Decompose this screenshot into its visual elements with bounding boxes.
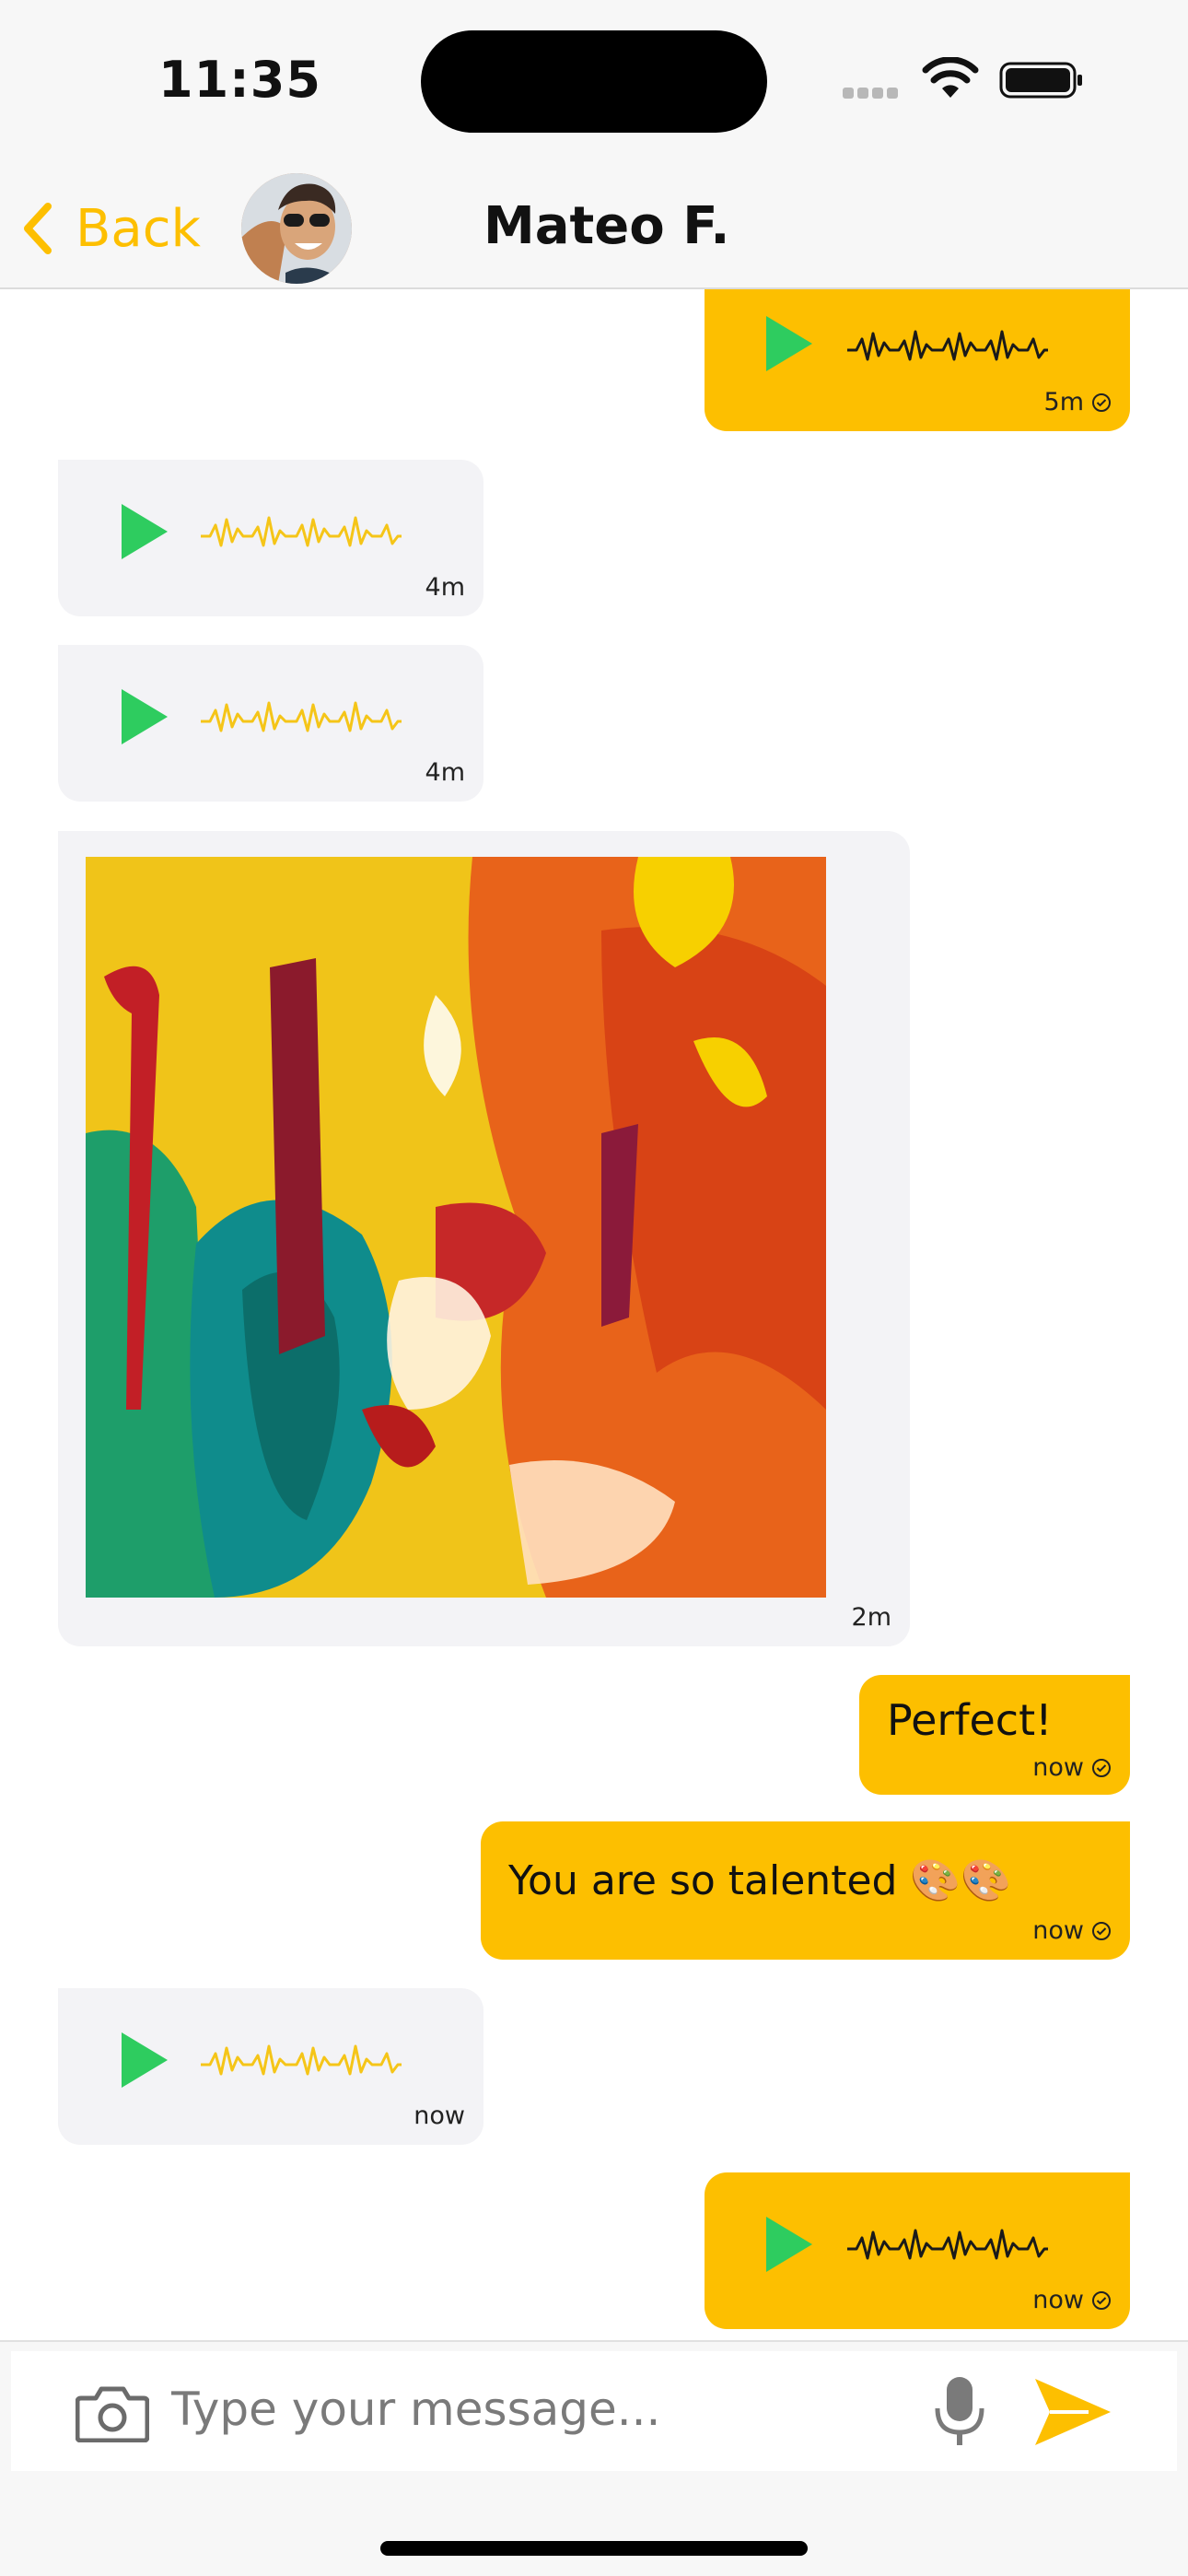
voice-message: 4m	[58, 645, 483, 802]
voice-message: 5m	[705, 289, 1130, 431]
voice-message: 4m	[58, 460, 483, 616]
message-time: now	[1032, 1753, 1084, 1782]
check-circle-icon	[1092, 1758, 1111, 1777]
home-indicator	[380, 2541, 808, 2556]
contact-name: Mateo F.	[483, 196, 730, 256]
message-time: 2m	[851, 1603, 891, 1632]
message-input[interactable]	[171, 2368, 908, 2451]
play-icon[interactable]	[118, 687, 169, 746]
play-icon[interactable]	[118, 2031, 169, 2090]
text-message: You are so talented 🎨🎨 now	[481, 1821, 1130, 1960]
play-icon[interactable]	[763, 2215, 814, 2274]
send-icon[interactable]	[1033, 2377, 1112, 2447]
chevron-left-icon	[24, 203, 52, 254]
message-time: 4m	[425, 573, 465, 602]
camera-icon[interactable]	[76, 2382, 149, 2442]
check-circle-icon	[1092, 392, 1111, 412]
microphone-icon[interactable]	[934, 2375, 985, 2449]
voice-message: now	[58, 1988, 483, 2145]
waveform-icon	[201, 701, 402, 732]
message-time: 5m	[1043, 388, 1084, 416]
message-time: now	[1032, 1916, 1084, 1945]
waveform-icon	[201, 2044, 402, 2076]
cellular-signal-icon	[843, 85, 905, 99]
check-circle-icon	[1092, 2290, 1111, 2310]
waveform-icon	[847, 330, 1048, 361]
attached-image[interactable]	[86, 857, 826, 1598]
message-time: now	[1032, 2286, 1084, 2314]
waveform-icon	[201, 516, 402, 547]
status-time: 11:35	[158, 51, 321, 109]
message-text: Perfect!	[887, 1695, 1053, 1745]
waveform-icon	[847, 2229, 1048, 2260]
play-icon[interactable]	[763, 314, 814, 373]
dynamic-island	[421, 30, 767, 133]
image-message: 2m	[58, 831, 910, 1646]
check-circle-icon	[1092, 1921, 1111, 1940]
message-time: 4m	[425, 758, 465, 787]
play-icon[interactable]	[118, 502, 169, 561]
message-time: now	[413, 2102, 465, 2130]
text-message: Perfect! now	[859, 1675, 1130, 1795]
back-label: Back	[76, 198, 201, 259]
message-text: You are so talented 🎨🎨	[508, 1857, 1012, 1904]
voice-message: now	[705, 2172, 1130, 2329]
wifi-icon	[922, 57, 979, 98]
back-button[interactable]: Back	[18, 192, 201, 265]
contact-avatar[interactable]	[241, 173, 352, 284]
battery-icon	[999, 62, 1082, 99]
